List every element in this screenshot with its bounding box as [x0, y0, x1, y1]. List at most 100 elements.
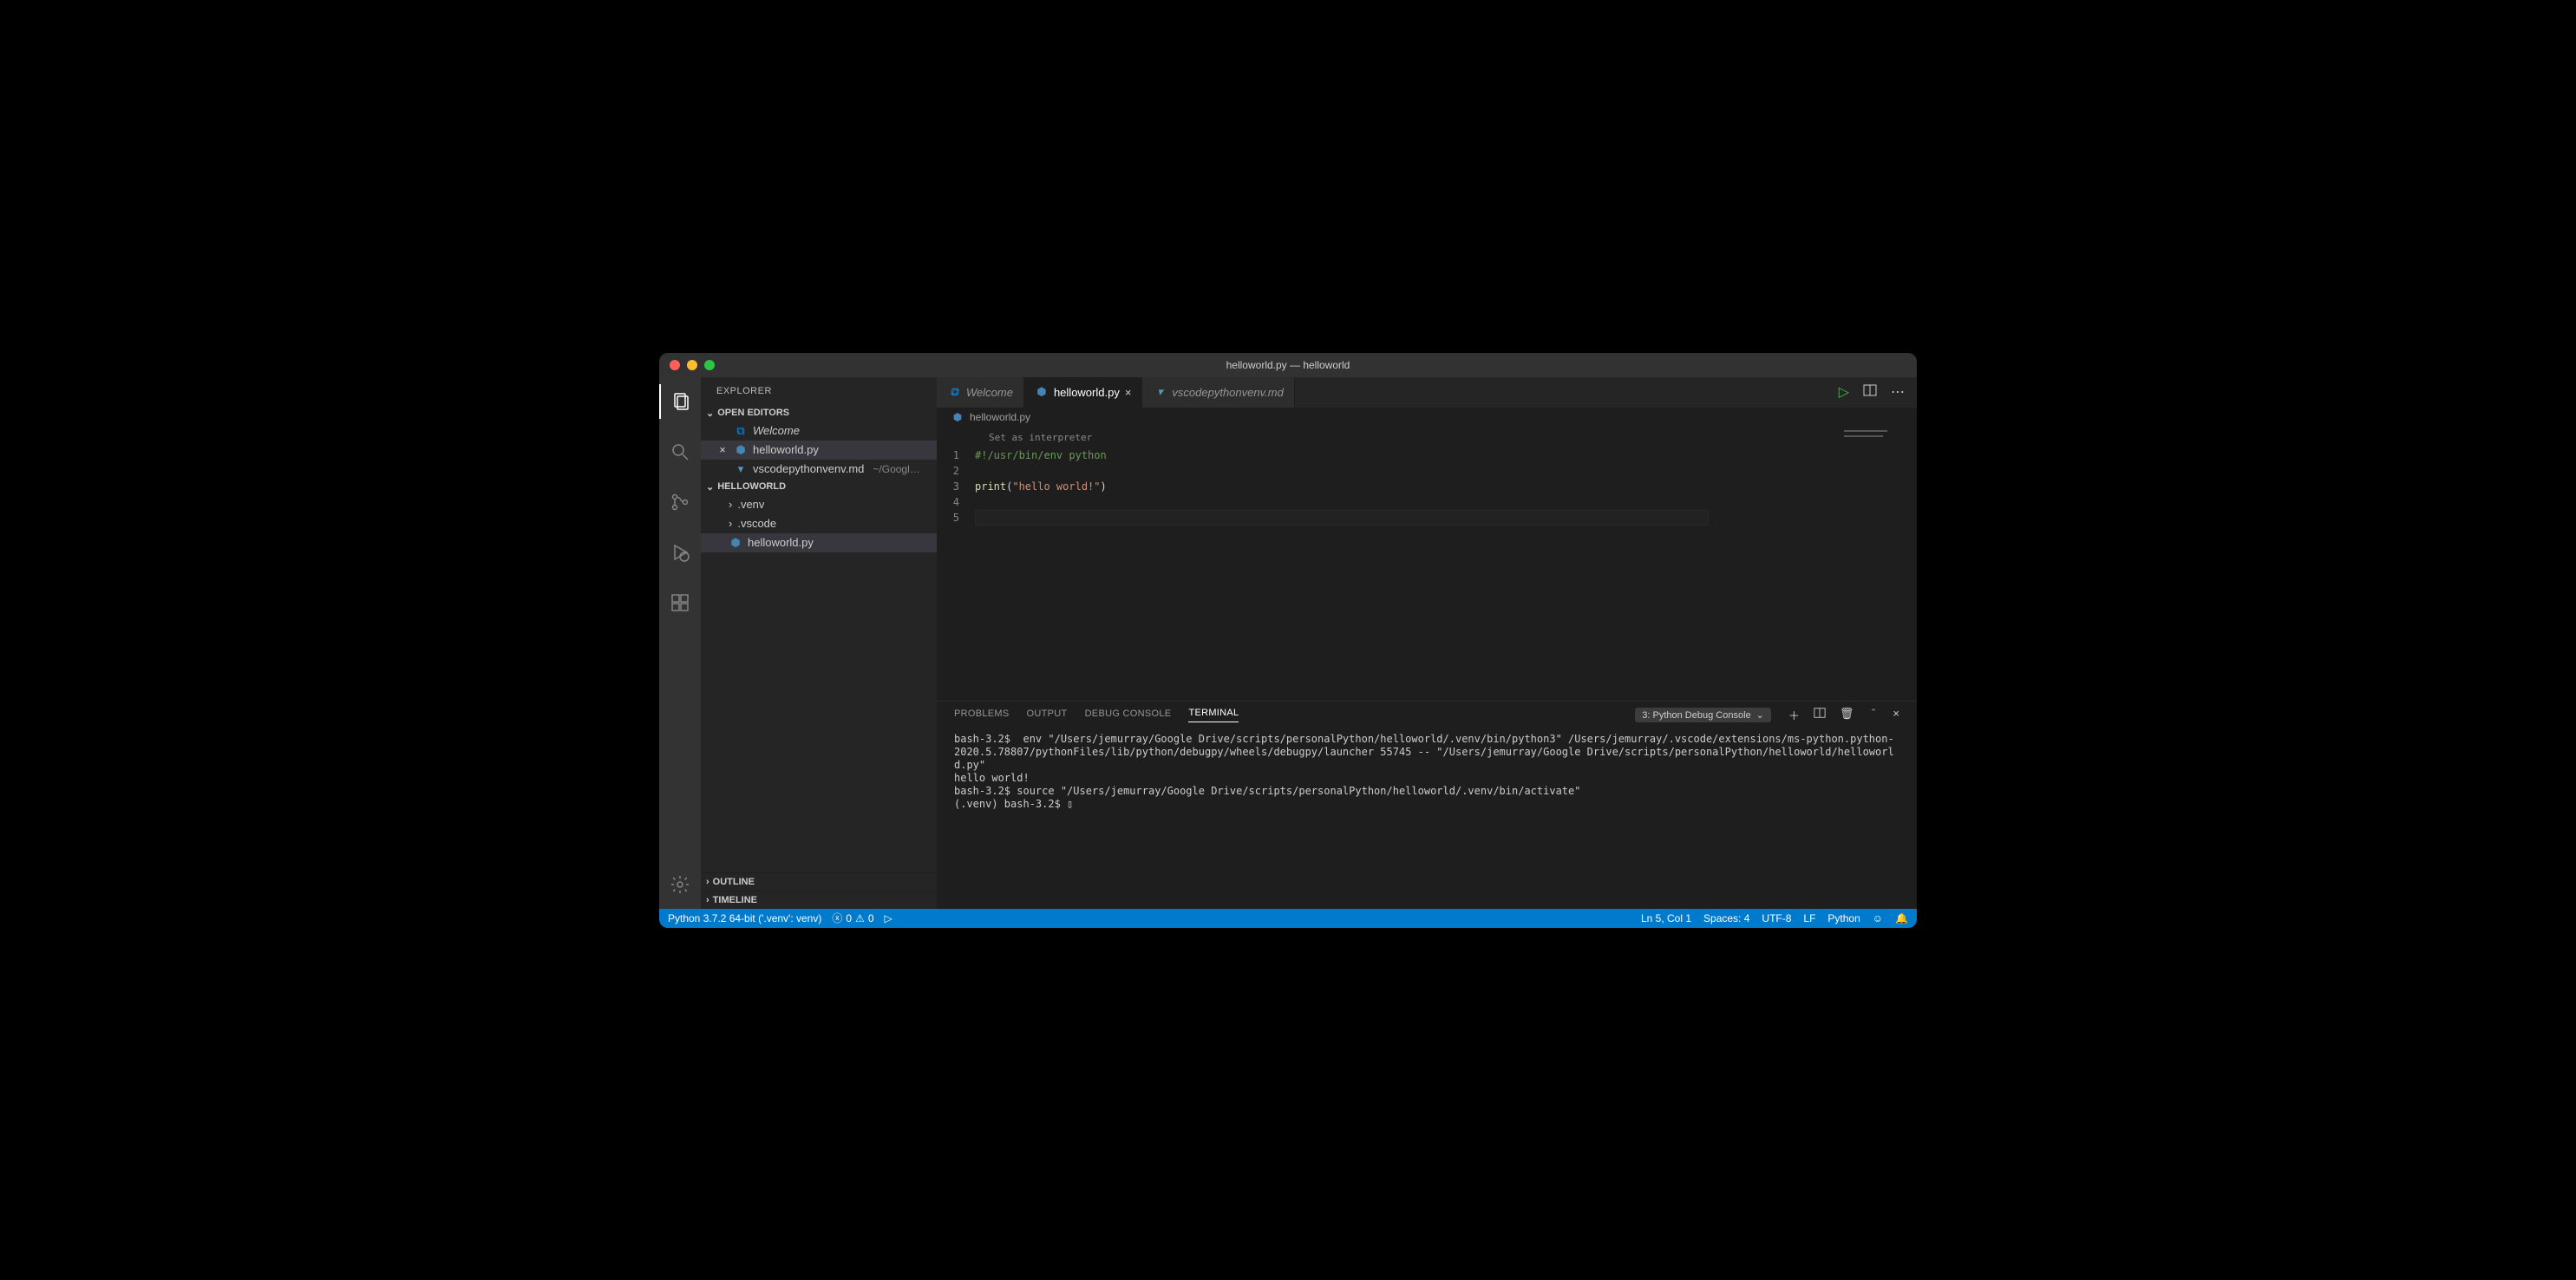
tab-label: vscodepythonvenv.md [1172, 386, 1283, 399]
split-editor-icon[interactable] [1863, 383, 1877, 402]
tab-helloworld[interactable]: ⬢ helloworld.py × [1024, 377, 1142, 408]
status-encoding[interactable]: UTF-8 [1762, 912, 1791, 924]
panel-tabs: PROBLEMS OUTPUT DEBUG CONSOLE TERMINAL 3… [937, 702, 1917, 729]
explorer-sidebar: EXPLORER OPEN EDITORS ⧉ Welcome × ⬢ hell… [701, 377, 937, 909]
status-bar: Python 3.7.2 64-bit ('.venv': venv) ⓧ 0 … [659, 909, 1917, 928]
status-run-icon[interactable]: ▷ [885, 912, 892, 924]
timeline-section[interactable]: TIMELINE [701, 891, 937, 909]
status-language[interactable]: Python [1827, 912, 1860, 924]
folder-label: .vscode [737, 517, 776, 530]
current-line-highlight [975, 510, 1709, 526]
maximize-panel-icon[interactable]: ＾ [1867, 707, 1879, 723]
title-bar: helloworld.py — helloworld [659, 353, 1917, 377]
sidebar-title: EXPLORER [701, 377, 937, 405]
activity-bar [659, 377, 701, 909]
chevron-right-icon [706, 877, 709, 887]
open-editor-welcome[interactable]: ⧉ Welcome [701, 421, 937, 441]
folder-vscode[interactable]: .vscode [701, 514, 937, 533]
new-terminal-icon[interactable]: ＋ [1788, 707, 1800, 723]
open-editor-vscodepythonvenv[interactable]: ▾ vscodepythonvenv.md ~/Googl… [701, 460, 937, 479]
markdown-file-icon: ▾ [734, 462, 748, 476]
outline-label: OUTLINE [713, 877, 755, 887]
editor-actions: ▷ ⋯ [1827, 377, 1917, 408]
terminal-output[interactable]: bash-3.2$ env "/Users/jemurray/Google Dr… [937, 729, 1917, 909]
minimap[interactable] [1813, 427, 1917, 701]
chevron-down-icon [706, 408, 714, 419]
tab-vscodepythonvenv[interactable]: ▾ vscodepythonvenv.md [1142, 377, 1294, 408]
split-terminal-icon[interactable] [1814, 707, 1826, 723]
more-actions-icon[interactable]: ⋯ [1891, 383, 1905, 401]
open-editor-label: Welcome [753, 424, 800, 437]
vscode-window: helloworld.py — helloworld [659, 353, 1917, 928]
file-tree: .venv .vscode ⬢ helloworld.py [701, 495, 937, 552]
code-editor[interactable]: Set as interpreter 1 2 3 4 5 #!/usr/bin/… [937, 427, 1917, 701]
open-editors-list: ⧉ Welcome × ⬢ helloworld.py ▾ vscodepyth… [701, 421, 937, 479]
file-helloworld[interactable]: ⬢ helloworld.py [701, 533, 937, 552]
tab-welcome[interactable]: ⧉ Welcome [937, 377, 1024, 408]
close-icon[interactable]: × [716, 443, 729, 456]
open-editors-label: OPEN EDITORS [717, 408, 789, 418]
explorer-icon[interactable] [659, 384, 701, 419]
status-spaces[interactable]: Spaces: 4 [1703, 912, 1749, 924]
panel-tab-debug-console[interactable]: DEBUG CONSOLE [1085, 709, 1172, 722]
python-file-icon: ⬢ [729, 536, 742, 550]
folder-venv[interactable]: .venv [701, 495, 937, 514]
status-errors[interactable]: ⓧ 0 ⚠ 0 [832, 911, 873, 925]
timeline-label: TIMELINE [713, 895, 757, 905]
open-editor-label: vscodepythonvenv.md [753, 462, 864, 475]
line-number: 2 [937, 463, 959, 479]
line-gutter: 1 2 3 4 5 [937, 427, 975, 701]
panel-action-icons: ＋ 🗑 ＾ × [1788, 707, 1899, 723]
panel-tab-output[interactable]: OUTPUT [1027, 709, 1068, 722]
breadcrumb-file: helloworld.py [970, 411, 1030, 423]
code-content[interactable]: #!/usr/bin/env python print("hello world… [975, 427, 1813, 701]
python-file-icon: ⬢ [734, 443, 748, 457]
vscode-icon: ⧉ [734, 424, 748, 438]
source-control-icon[interactable] [659, 485, 701, 519]
breadcrumb[interactable]: ⬢ helloworld.py [937, 408, 1917, 427]
python-file-icon: ⬢ [1035, 385, 1049, 399]
chevron-down-icon [706, 481, 714, 493]
open-editors-header[interactable]: OPEN EDITORS [701, 405, 937, 421]
error-icon: ⓧ [832, 911, 842, 925]
open-editor-label: helloworld.py [753, 443, 819, 456]
code-token: #!/usr/bin/env python [975, 449, 1107, 461]
tab-label: Welcome [966, 386, 1013, 399]
terminal-selector-label: 3: Python Debug Console [1642, 710, 1750, 721]
code-token: ) [1101, 480, 1107, 493]
line-number: 1 [937, 447, 959, 463]
open-editor-path: ~/Googl… [873, 463, 919, 475]
code-token: print [975, 480, 1006, 493]
open-editor-helloworld[interactable]: × ⬢ helloworld.py [701, 441, 937, 460]
window-title: helloworld.py — helloworld [659, 359, 1917, 371]
line-number: 3 [937, 479, 959, 494]
blank-close-slot [716, 424, 729, 437]
panel-tab-problems[interactable]: PROBLEMS [954, 709, 1010, 722]
terminal-selector[interactable]: 3: Python Debug Console ⌄ [1635, 708, 1771, 722]
chevron-down-icon: ⌄ [1756, 709, 1764, 721]
error-count: 0 [846, 912, 852, 924]
workspace-header[interactable]: HELLOWORLD [701, 479, 937, 495]
status-bell-icon[interactable]: 🔔 [1895, 912, 1908, 924]
vscode-icon: ⧉ [947, 385, 961, 399]
search-icon[interactable] [659, 434, 701, 469]
run-debug-icon[interactable] [659, 535, 701, 570]
panel-tab-terminal[interactable]: TERMINAL [1188, 708, 1239, 722]
chevron-right-icon [729, 498, 732, 511]
editor-tabs: ⧉ Welcome ⬢ helloworld.py × ▾ vscodepyth… [937, 377, 1917, 408]
settings-gear-icon[interactable] [659, 867, 701, 902]
chevron-right-icon [706, 895, 709, 905]
status-python-interpreter[interactable]: Python 3.7.2 64-bit ('.venv': venv) [668, 912, 821, 924]
outline-section[interactable]: OUTLINE [701, 872, 937, 891]
tab-label: helloworld.py [1054, 386, 1120, 399]
warning-count: 0 [868, 912, 874, 924]
extensions-icon[interactable] [659, 585, 701, 620]
run-icon[interactable]: ▷ [1839, 383, 1849, 401]
close-icon[interactable]: × [1125, 386, 1132, 399]
close-panel-icon[interactable]: × [1893, 707, 1899, 723]
status-feedback-icon[interactable]: ☺ [1873, 912, 1883, 924]
kill-terminal-icon[interactable]: 🗑 [1840, 707, 1854, 723]
chevron-right-icon [729, 517, 732, 530]
status-ln-col[interactable]: Ln 5, Col 1 [1641, 912, 1691, 924]
status-eol[interactable]: LF [1803, 912, 1815, 924]
